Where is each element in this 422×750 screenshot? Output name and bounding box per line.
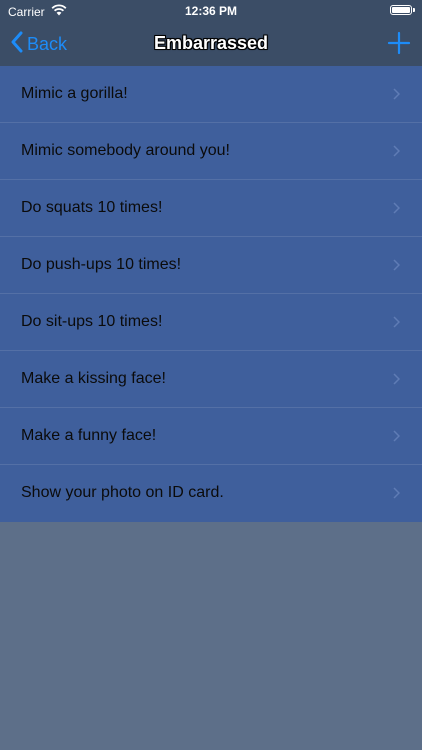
battery-cap — [413, 8, 415, 12]
add-button[interactable] — [386, 30, 412, 56]
chevron-right-icon — [393, 145, 400, 157]
list-item-label: Make a funny face! — [21, 427, 157, 444]
list-item-label: Do squats 10 times! — [21, 199, 163, 216]
list-item-label: Mimic a gorilla! — [21, 85, 128, 102]
page-title: Embarrassed — [153, 33, 269, 53]
plus-icon — [387, 31, 411, 55]
battery-icon — [390, 5, 412, 15]
list-item[interactable]: Do push-ups 10 times! — [0, 237, 422, 294]
list-item[interactable]: Do sit-ups 10 times! — [0, 294, 422, 351]
list-item[interactable]: Make a funny face! — [0, 408, 422, 465]
chevron-right-icon — [393, 316, 400, 328]
list-item[interactable]: Mimic a gorilla! — [0, 66, 422, 123]
chevron-right-icon — [393, 202, 400, 214]
battery-fill — [392, 7, 410, 13]
chevron-right-icon — [393, 88, 400, 100]
status-time: 12:36 PM — [184, 4, 238, 18]
list-item[interactable]: Do squats 10 times! — [0, 180, 422, 237]
list-item[interactable]: Show your photo on ID card. — [0, 465, 422, 522]
nav-bar: Back Embarrassed — [0, 22, 422, 66]
chevron-right-icon — [393, 373, 400, 385]
chevron-right-icon — [393, 487, 400, 499]
chevron-right-icon — [393, 430, 400, 442]
status-bar: Carrier 12:36 PM — [0, 0, 422, 22]
task-list: Mimic a gorilla! Mimic somebody around y… — [0, 66, 422, 522]
list-item-label: Show your photo on ID card. — [21, 484, 224, 501]
list-item[interactable]: Make a kissing face! — [0, 351, 422, 408]
list-item[interactable]: Mimic somebody around you! — [0, 123, 422, 180]
list-item-label: Do push-ups 10 times! — [21, 256, 182, 273]
list-item-label: Mimic somebody around you! — [21, 142, 230, 159]
chevron-right-icon — [393, 259, 400, 271]
list-item-label: Do sit-ups 10 times! — [21, 313, 163, 330]
list-item-label: Make a kissing face! — [21, 370, 166, 387]
